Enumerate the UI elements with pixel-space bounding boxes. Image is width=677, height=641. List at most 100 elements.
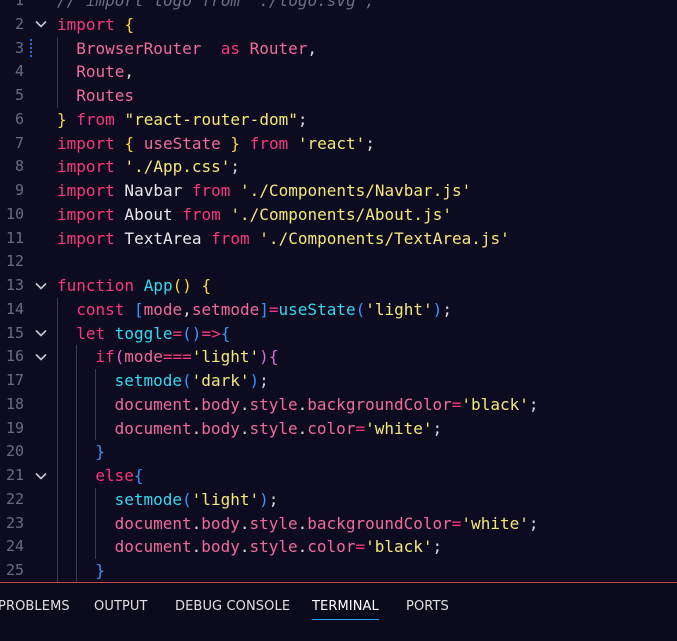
code-token: . [297,513,308,533]
line-number: 8 [14,157,24,176]
code-line[interactable]: 8 import './App.css'; [0,155,677,179]
code-token: './Components/Navbar.js' [240,181,472,200]
code-token: BrowserRouter [76,38,202,58]
code-line[interactable]: 3 BrowserRouter as Router, [0,36,677,61]
fold-chevron-icon[interactable] [33,322,49,346]
code-line[interactable]: 25} [0,559,677,582]
tab-output[interactable]: OUTPUT [94,599,148,614]
indent-guide [76,464,78,488]
line-number: 17 [5,371,24,389]
code-token: setmode [191,299,260,319]
tab-ports[interactable]: PORTS [406,599,449,614]
code-token: ) [249,371,260,390]
tab-terminal[interactable]: TERMINAL [312,599,379,620]
code-line[interactable]: 15 let toggle=()=>{ [0,321,677,346]
code-line[interactable]: 10 import About from './Components/About.… [0,203,677,227]
code-text: Routes [76,84,134,108]
code-token: ( [355,299,366,319]
code-line[interactable]: 18 document.body.style.backgroundColor='b… [0,392,677,417]
code-token: import [57,157,115,177]
code-token: ; [297,109,308,129]
code-token: body [201,537,240,557]
tab-debug-console[interactable]: DEBUG CONSOLE [175,599,290,614]
code-token: () [182,323,202,343]
indent-guide [76,416,78,441]
code-line[interactable]: 5 Routes [0,84,677,108]
code-token: style [249,394,298,414]
fold-chevron-icon[interactable] [33,13,49,37]
line-number: 10 [5,204,24,223]
indent-guide [57,511,58,536]
code-line[interactable]: 17 setmode('dark'); [0,369,677,393]
code-line[interactable]: 12 [0,250,677,274]
code-token: = [451,513,462,533]
code-token: ; [432,418,443,438]
code-line[interactable]: 1 // import logo from './logo.svg'; [0,0,677,13]
code-line[interactable]: 2 import { [0,13,677,37]
code-line[interactable]: 23 document.body.style.backgroundColor='w… [0,511,677,536]
code-text: BrowserRouter as Router, [76,37,317,61]
code-token: } [230,133,241,153]
code-token: import [57,133,115,153]
line-number: 25 [5,561,24,579]
code-editor[interactable]: 1 // import logo from './logo.svg'; 2 impor… [0,0,677,582]
line-number: 1 [14,0,24,9]
indent-guide [57,321,58,346]
code-token: 'white' [365,418,433,438]
code-line[interactable]: 13 function App() { [0,274,677,298]
code-token: from [249,133,289,153]
code-line[interactable]: 11 import TextArea from './Components/Tex… [0,227,677,251]
code-token: { [220,323,231,343]
fold-chevron-icon[interactable] [33,464,49,488]
indent-guide [57,416,58,441]
code-token: . [191,394,202,414]
code-token: let [76,323,106,343]
code-token: ; [268,489,279,509]
code-token: 'black' [365,537,433,557]
line-number: 2 [14,14,24,33]
fold-chevron-icon[interactable] [33,274,49,298]
code-text: document.body.style.backgroundColor='bla… [115,393,539,417]
indent-guide [76,487,78,512]
code-token: './Components/About.js' [230,204,452,224]
code-token: useState [278,299,356,319]
fold-chevron-icon[interactable] [33,345,49,369]
code-token: style [249,537,298,557]
code-token: backgroundColor [307,394,452,414]
code-line[interactable]: 6} from "react-router-dom"; [0,108,677,132]
code-text: } from "react-router-dom"; [57,108,307,132]
code-line[interactable]: 22 setmode('light'); [0,487,677,512]
code-token: { [201,276,212,295]
code-line[interactable]: 21 else{ [0,464,677,488]
indent-guide [57,297,58,322]
code-text: import './App.css'; [57,155,240,179]
code-line[interactable]: 7 import { useState } from 'react'; [0,132,677,156]
indent-guide [57,392,58,417]
line-number: 4 [14,62,24,81]
code-token: document [114,537,192,557]
code-token: import [57,204,115,224]
code-token: document [114,513,192,533]
code-lines: 1 // import logo from './logo.svg'; 2 impor… [0,0,677,582]
indent-guide [95,369,97,393]
code-line[interactable]: 16 if(mode==='light'){ [0,345,677,369]
code-line[interactable]: 19 document.body.style.color='white'; [0,416,677,441]
code-token: => [201,323,221,343]
code-token: const [76,299,125,319]
code-token: mode [124,347,163,367]
code-text: function App() { [57,274,211,298]
code-token: from [211,228,250,248]
code-line[interactable]: 9 import Navbar from './Components/Navbar… [0,179,677,203]
code-line[interactable]: 14 const [mode,setmode]=useState('light')… [0,297,677,322]
code-line[interactable]: 20} [0,440,677,464]
code-text: if(mode==='light'){ [95,345,278,369]
code-line[interactable]: 24 document.body.style.color='black'; [0,535,677,559]
indent-guide [57,84,58,108]
tab-problems[interactable]: PROBLEMS [0,599,70,614]
code-line[interactable]: 4 Route, [0,60,677,84]
indent-guide [76,511,78,536]
